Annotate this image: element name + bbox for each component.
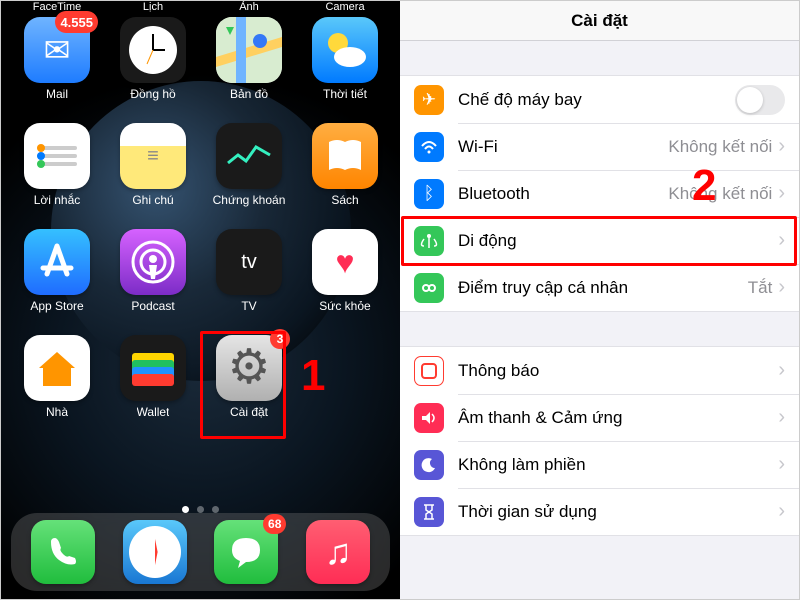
health-app-icon[interactable]: ♥ [312, 229, 378, 295]
notifications-icon [414, 356, 444, 386]
messages-app-icon[interactable]: 68 [214, 520, 278, 584]
airplane-icon: ✈ [414, 85, 444, 115]
app-label: Đồng hồ [130, 87, 175, 103]
podcast-app-icon[interactable] [120, 229, 186, 295]
prev-label: Lịch [143, 1, 163, 15]
app-label: Wallet [137, 405, 170, 421]
chevron-right-icon: › [778, 453, 785, 476]
nav-bar: Cài đặt [400, 1, 799, 41]
row-label: Bluetooth [458, 184, 668, 204]
stocks-app-icon[interactable] [216, 123, 282, 189]
settings-badge: 3 [270, 329, 290, 349]
screentime-icon [414, 497, 444, 527]
app-label: Thời tiết [323, 87, 367, 103]
app-label: Nhà [46, 405, 68, 421]
safari-app-icon[interactable] [123, 520, 187, 584]
chevron-right-icon: › [778, 135, 785, 158]
row-screen-time[interactable]: Thời gian sử dụng › [400, 488, 799, 535]
page-dot [212, 506, 219, 513]
notes-app-icon[interactable]: ≡ [120, 123, 186, 189]
app-label: TV [241, 299, 256, 315]
books-app-icon[interactable] [312, 123, 378, 189]
phone-app-icon[interactable] [31, 520, 95, 584]
app-label: Mail [46, 87, 68, 103]
page-title: Cài đặt [571, 11, 628, 31]
row-notifications[interactable]: Thông báo › [400, 347, 799, 394]
row-label: Âm thanh & Cảm ứng [458, 408, 778, 428]
chevron-right-icon: › [778, 276, 785, 299]
row-label: Wi-Fi [458, 137, 668, 157]
home-app-icon[interactable] [24, 335, 90, 401]
app-label: Ghi chú [132, 193, 173, 209]
row-sounds[interactable]: Âm thanh & Cảm ứng › [400, 394, 799, 441]
chevron-right-icon: › [778, 359, 785, 382]
dnd-icon [414, 450, 444, 480]
chevron-right-icon: › [778, 500, 785, 523]
row-label: Không làm phiền [458, 455, 778, 475]
tv-app-icon[interactable]: tv [216, 229, 282, 295]
wallet-app-icon[interactable] [120, 335, 186, 401]
app-label: Cài đặt [230, 405, 268, 421]
row-label: Điểm truy cập cá nhân [458, 278, 748, 298]
music-app-icon[interactable]: ♫ [306, 520, 370, 584]
settings-screen: Cài đặt ✈ Chế độ máy bay Wi-Fi Không kết… [400, 1, 799, 600]
app-label: Podcast [131, 299, 174, 315]
app-label: Lời nhắc [34, 193, 81, 209]
chevron-right-icon: › [778, 229, 785, 252]
mail-badge: 4.555 [55, 11, 98, 33]
app-label: Chứng khoán [213, 193, 286, 209]
row-detail: Không kết nối [668, 137, 772, 157]
app-grid: FaceTime ✉4.555 Mail Lịch Đồng hồ Ảnh Bả… [1, 1, 400, 421]
cellular-icon [414, 226, 444, 256]
page-dot [182, 506, 189, 513]
gear-icon: ⚙ [227, 344, 270, 392]
row-label: Thời gian sử dụng [458, 502, 778, 522]
settings-group-general: Thông báo › Âm thanh & Cảm ứng › Không l… [400, 346, 799, 536]
home-screen: FaceTime ✉4.555 Mail Lịch Đồng hồ Ảnh Bả… [1, 1, 400, 600]
row-bluetooth[interactable]: ᛒ Bluetooth Không kết nối › [400, 170, 799, 217]
app-label: Sách [331, 193, 358, 209]
row-hotspot[interactable]: Điểm truy cập cá nhân Tắt › [400, 264, 799, 311]
chevron-right-icon: › [778, 406, 785, 429]
row-detail: Không kết nối [668, 184, 772, 204]
row-wifi[interactable]: Wi-Fi Không kết nối › [400, 123, 799, 170]
reminders-app-icon[interactable] [24, 123, 90, 189]
sounds-icon [414, 403, 444, 433]
bluetooth-icon: ᛒ [414, 179, 444, 209]
chevron-right-icon: › [778, 182, 785, 205]
airplane-toggle[interactable] [735, 85, 785, 115]
row-detail: Tắt [748, 278, 773, 298]
clock-app-icon[interactable] [120, 17, 186, 83]
page-dot [197, 506, 204, 513]
mail-app-icon[interactable]: ✉4.555 [24, 17, 90, 83]
row-label: Chế độ máy bay [458, 90, 735, 110]
row-label: Di động [458, 231, 778, 251]
wifi-icon [414, 132, 444, 162]
row-cellular[interactable]: Di động › [400, 217, 799, 264]
messages-badge: 68 [263, 514, 286, 534]
appstore-app-icon[interactable] [24, 229, 90, 295]
row-airplane-mode[interactable]: ✈ Chế độ máy bay [400, 76, 799, 123]
page-indicator[interactable] [1, 506, 400, 513]
dock: 68 ♫ [11, 513, 390, 591]
weather-app-icon[interactable] [312, 17, 378, 83]
prev-label: Camera [325, 1, 364, 15]
hotspot-icon [414, 273, 444, 303]
app-label: Bản đồ [230, 87, 268, 103]
maps-app-icon[interactable] [216, 17, 282, 83]
app-label: Sức khỏe [319, 299, 370, 315]
prev-label: Ảnh [239, 1, 259, 15]
app-label: App Store [30, 299, 83, 315]
row-dnd[interactable]: Không làm phiền › [400, 441, 799, 488]
row-label: Thông báo [458, 361, 778, 381]
settings-app-icon[interactable]: ⚙3 [216, 335, 282, 401]
settings-group-connectivity: ✈ Chế độ máy bay Wi-Fi Không kết nối › ᛒ… [400, 75, 799, 312]
